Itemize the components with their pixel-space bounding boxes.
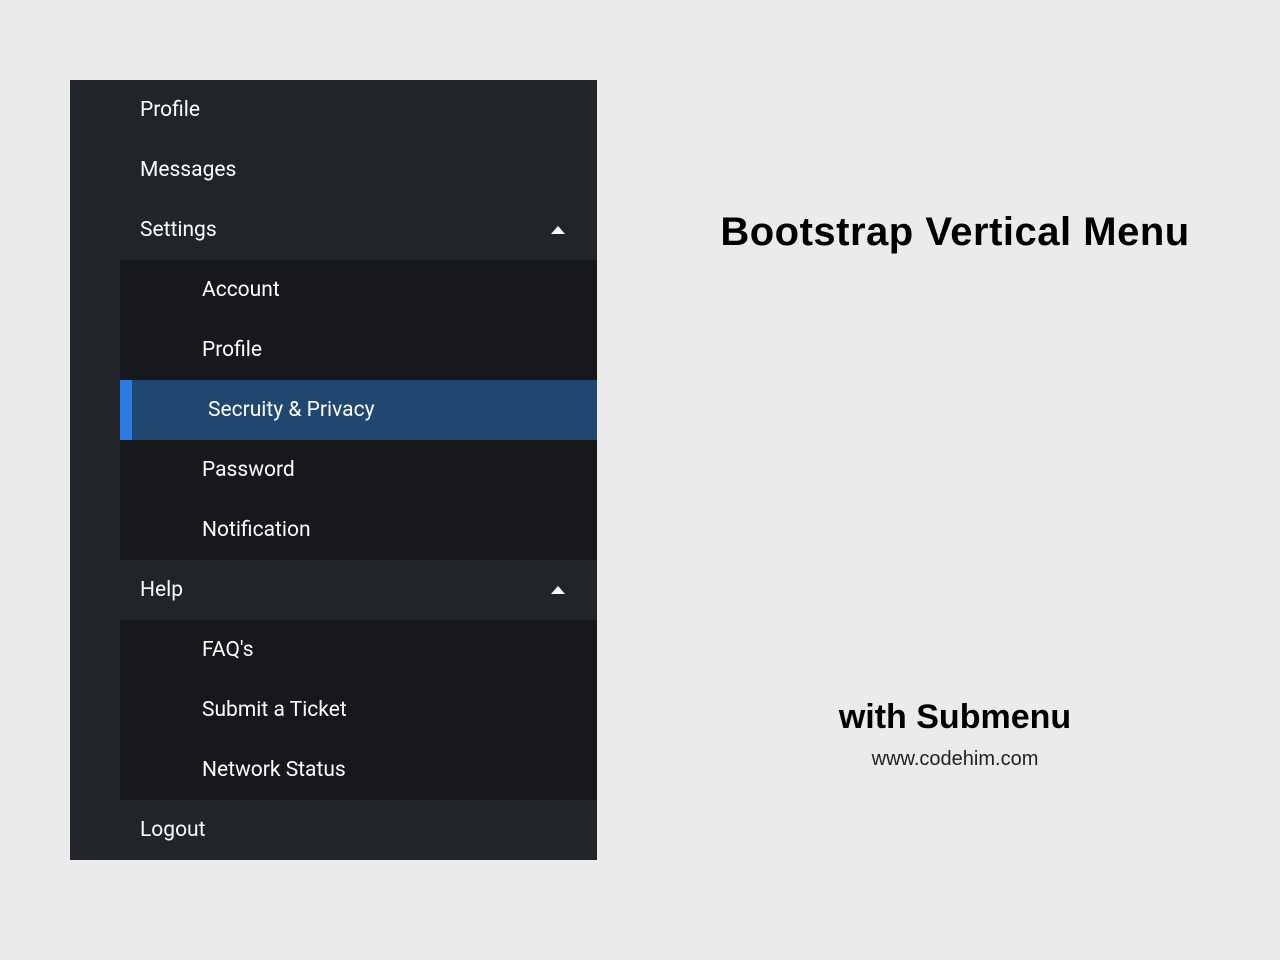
menu-item-label: Profile — [140, 98, 200, 122]
submenu-item-network-status[interactable]: Network Status — [120, 740, 597, 800]
page-url: www.codehim.com — [670, 748, 1240, 771]
menu-item-label: Settings — [140, 218, 217, 242]
submenu-item-label: Account — [202, 278, 280, 302]
page-title: Bootstrap Vertical Menu — [670, 210, 1240, 255]
menu-item-settings[interactable]: Settings — [70, 200, 597, 260]
menu-item-label: Help — [140, 578, 183, 602]
submenu-item-label: Notification — [202, 518, 311, 542]
submenu-help: FAQ's Submit a Ticket Network Status — [120, 620, 597, 800]
submenu-item-label: Submit a Ticket — [202, 698, 347, 722]
submenu-item-profile[interactable]: Profile — [120, 320, 597, 380]
submenu-item-security-privacy[interactable]: Secruity & Privacy — [120, 380, 597, 440]
sidebar: Profile Messages Settings Account Profil… — [70, 80, 597, 860]
submenu-item-label: Secruity & Privacy — [208, 398, 375, 422]
submenu-item-label: Network Status — [202, 758, 346, 782]
menu-item-profile[interactable]: Profile — [70, 80, 597, 140]
submenu-item-submit-ticket[interactable]: Submit a Ticket — [120, 680, 597, 740]
submenu-item-notification[interactable]: Notification — [120, 500, 597, 560]
submenu-item-account[interactable]: Account — [120, 260, 597, 320]
menu-item-logout[interactable]: Logout — [70, 800, 597, 860]
submenu-item-faqs[interactable]: FAQ's — [120, 620, 597, 680]
menu-item-help[interactable]: Help — [70, 560, 597, 620]
menu-item-label: Logout — [140, 818, 206, 842]
menu-item-label: Messages — [140, 158, 236, 182]
submenu-settings: Account Profile Secruity & Privacy Passw… — [120, 260, 597, 560]
caret-up-icon — [551, 586, 565, 594]
submenu-item-label: Profile — [202, 338, 262, 362]
menu-item-messages[interactable]: Messages — [70, 140, 597, 200]
submenu-item-label: FAQ's — [202, 638, 254, 662]
caret-up-icon — [551, 226, 565, 234]
submenu-item-label: Password — [202, 458, 295, 482]
submenu-item-password[interactable]: Password — [120, 440, 597, 500]
page-subtitle: with Submenu — [670, 698, 1240, 737]
